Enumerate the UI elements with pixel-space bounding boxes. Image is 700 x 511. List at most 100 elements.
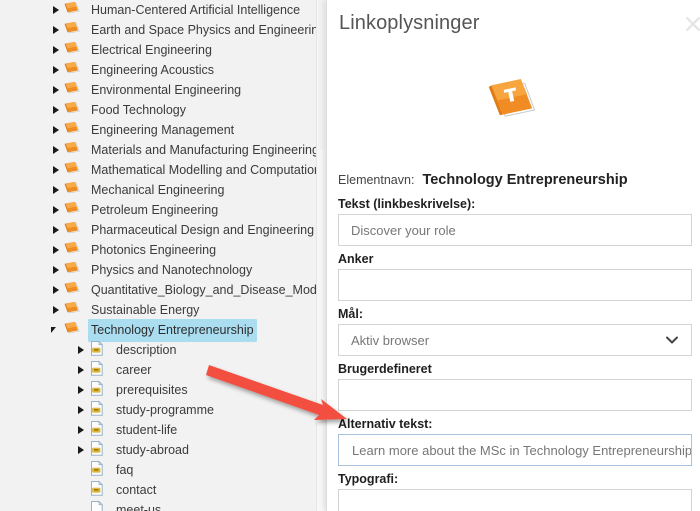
chevron-right-icon[interactable]	[73, 360, 89, 380]
tree-item-faq[interactable]: faq	[0, 460, 316, 480]
tree-item-materials-and-manufacturing-engineering[interactable]: Materials and Manufacturing Engineering	[0, 140, 316, 160]
book-icon	[64, 20, 84, 40]
field-label-2: Mål:	[338, 307, 363, 321]
page-icon	[89, 360, 109, 380]
tree-item-meet-us[interactable]: meet-us	[0, 500, 316, 511]
link-target-book-icon	[327, 72, 700, 128]
chevron-right-icon[interactable]	[48, 60, 64, 80]
field-value: Aktiv browser	[351, 332, 430, 348]
chevron-right-icon[interactable]	[48, 0, 64, 20]
text-field-0[interactable]: Discover your role	[338, 214, 692, 246]
tree-item-human-centered-artificial-intelligence[interactable]: Human-Centered Artificial Intelligence	[0, 0, 316, 20]
select-field-2[interactable]: Aktiv browser	[338, 324, 692, 356]
tree-item-study-abroad[interactable]: study-abroad	[0, 440, 316, 460]
field-label-3: Brugerdefineret	[338, 362, 432, 376]
chevron-right-icon[interactable]	[48, 80, 64, 100]
page-icon	[89, 420, 109, 440]
element-name-value: Technology Entrepreneurship	[422, 172, 628, 188]
chevron-right-icon[interactable]	[48, 100, 64, 120]
chevron-right-icon[interactable]	[73, 400, 89, 420]
tree-item-environmental-engineering[interactable]: Environmental Engineering	[0, 80, 316, 100]
text-field-3[interactable]	[338, 379, 692, 411]
close-icon[interactable]	[679, 10, 700, 38]
text-field-5[interactable]	[338, 489, 692, 511]
text-field-4[interactable]: Learn more about the MSc in Technology E…	[338, 434, 692, 466]
no-toggle-spacer	[73, 500, 89, 511]
chevron-right-icon[interactable]	[48, 140, 64, 160]
page-icon	[89, 380, 109, 400]
tree-item-petroleum-engineering[interactable]: Petroleum Engineering	[0, 200, 316, 220]
book-icon	[64, 120, 84, 140]
tree-item-photonics-engineering[interactable]: Photonics Engineering	[0, 240, 316, 260]
book-icon	[64, 180, 84, 200]
chevron-right-icon[interactable]	[48, 40, 64, 60]
tree-item-earth-and-space-physics-and-engineering[interactable]: Earth and Space Physics and Engineering	[0, 20, 316, 40]
field-label-1: Anker	[338, 252, 374, 266]
chevron-right-icon[interactable]	[48, 300, 64, 320]
chevron-right-icon[interactable]	[48, 120, 64, 140]
tree-item-contact[interactable]: contact	[0, 480, 316, 500]
book-icon	[64, 220, 84, 240]
chevron-right-icon[interactable]	[73, 440, 89, 460]
link-properties-form: Elementnavn: Technology Entrepreneurship…	[338, 172, 692, 511]
no-toggle-spacer	[73, 480, 89, 500]
chevron-right-icon[interactable]	[48, 280, 64, 300]
page-icon	[89, 340, 109, 360]
tree-item-study-programme[interactable]: study-programme	[0, 400, 316, 420]
tree-item-mathematical-modelling-and-computation[interactable]: Mathematical Modelling and Computation	[0, 160, 316, 180]
tree-item-physics-and-nanotechnology[interactable]: Physics and Nanotechnology	[0, 260, 316, 280]
tree-item-engineering-acoustics[interactable]: Engineering Acoustics	[0, 60, 316, 80]
book-icon	[64, 60, 84, 80]
tree-item-engineering-management[interactable]: Engineering Management	[0, 120, 316, 140]
chevron-right-icon[interactable]	[73, 340, 89, 360]
chevron-right-icon[interactable]	[48, 200, 64, 220]
tree-item-label: meet-us	[116, 502, 162, 511]
page-icon	[89, 460, 109, 480]
chevron-right-icon[interactable]	[73, 420, 89, 440]
tree-item-quantitative-biology-and-disease-modelling[interactable]: Quantitative_Biology_and_Disease_Modelli…	[0, 280, 316, 300]
book-icon	[64, 80, 84, 100]
chevron-down-icon[interactable]	[665, 333, 679, 348]
chevron-right-icon[interactable]	[48, 20, 64, 40]
content-tree-panel[interactable]: Human-Centered Artificial Intelligence Ea…	[0, 0, 316, 511]
chevron-right-icon[interactable]	[48, 180, 64, 200]
chevron-right-icon[interactable]	[48, 160, 64, 180]
chevron-right-icon[interactable]	[73, 380, 89, 400]
scrollbar-thumb[interactable]	[318, 0, 325, 150]
tree-item-career[interactable]: career	[0, 360, 316, 380]
tree-item-food-technology[interactable]: Food Technology	[0, 100, 316, 120]
tree-item-technology-entrepreneurship[interactable]: Technology Entrepreneurship	[0, 318, 316, 342]
page-icon	[89, 440, 109, 460]
tree-item-student-life[interactable]: student-life	[0, 420, 316, 440]
book-icon	[64, 260, 84, 280]
book-icon	[64, 160, 84, 180]
chevron-right-icon[interactable]	[48, 240, 64, 260]
element-name-row: Elementnavn: Technology Entrepreneurship	[338, 172, 692, 188]
tree-item-description[interactable]: description	[0, 340, 316, 360]
tree-list: Human-Centered Artificial Intelligence Ea…	[0, 0, 316, 511]
tree-vertical-scrollbar[interactable]	[316, 0, 326, 511]
chevron-right-icon[interactable]	[48, 220, 64, 240]
field-value: Discover your role	[351, 222, 456, 238]
element-name-label: Elementnavn:	[338, 173, 415, 187]
tree-item-mechanical-engineering[interactable]: Mechanical Engineering	[0, 180, 316, 200]
chevron-right-icon[interactable]	[48, 260, 64, 280]
page-icon	[89, 400, 109, 420]
tree-item-pharmaceutical-design-and-engineering[interactable]: Pharmaceutical Design and Engineering	[0, 220, 316, 240]
dialog-title: Linkoplysninger	[339, 12, 480, 34]
page-icon	[89, 480, 109, 500]
no-toggle-spacer	[73, 460, 89, 480]
field-value: Learn more about the MSc in Technology E…	[352, 442, 692, 458]
field-label-5: Typografi:	[338, 472, 399, 486]
tree-item-electrical-engineering[interactable]: Electrical Engineering	[0, 40, 316, 60]
book-icon	[64, 100, 84, 120]
page-blank-icon	[89, 500, 109, 511]
link-properties-dialog: Linkoplysninger Elementnavn: Technology …	[326, 0, 700, 511]
book-icon	[64, 140, 84, 160]
book-icon	[64, 300, 84, 320]
tree-item-sustainable-energy[interactable]: Sustainable Energy	[0, 300, 316, 320]
tree-item-prerequisites[interactable]: prerequisites	[0, 380, 316, 400]
book-icon	[64, 240, 84, 260]
chevron-down-icon[interactable]	[48, 320, 64, 340]
text-field-1[interactable]	[338, 269, 692, 301]
